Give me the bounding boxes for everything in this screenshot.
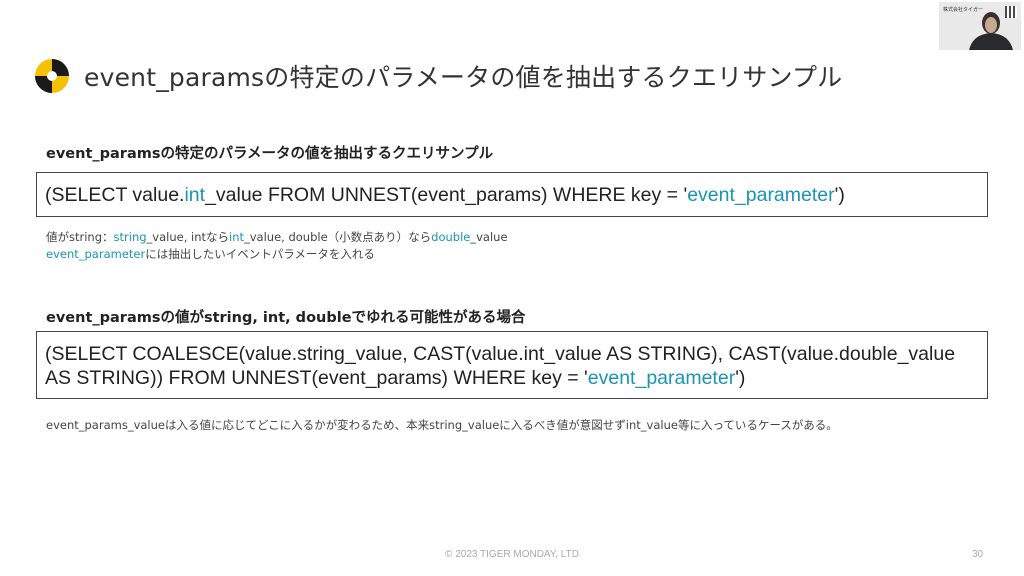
slide-title: event_paramsの特定のパラメータの値を抽出するクエリサンプル xyxy=(84,63,843,92)
note-highlight: string xyxy=(113,230,147,244)
section1-note2: event_parameterには抽出したいイベントパラメータを入れる xyxy=(46,246,375,263)
section1-code-box: (SELECT value.int_value FROM UNNEST(even… xyxy=(36,172,988,217)
page-number: 30 xyxy=(972,549,984,560)
webcam-overlay: 株式会社タイガー xyxy=(939,2,1021,50)
code-highlight: int xyxy=(184,184,206,206)
note-text: には抽出したいイベントパラメータを入れる xyxy=(145,247,375,261)
code-text: _value FROM UNNEST(event_params) WHERE k… xyxy=(205,184,688,206)
code-text: ') xyxy=(834,184,845,206)
presenter-avatar xyxy=(969,12,1013,50)
code-line: AS STRING)) FROM UNNEST(event_params) WH… xyxy=(45,366,979,390)
code-highlight: event_parameter xyxy=(587,367,736,389)
slide-footer: © 2023 TIGER MONDAY, LTD xyxy=(445,549,579,560)
section2-heading: event_paramsの値がstring, int, doubleでゆれる可能… xyxy=(46,310,526,326)
note-highlight: event_parameter xyxy=(46,247,146,261)
slide-title-row: event_paramsの特定のパラメータの値を抽出するクエリサンプル xyxy=(34,56,842,96)
code-highlight: event_parameter xyxy=(687,184,835,206)
section1-heading: event_paramsの特定のパラメータの値を抽出するクエリサンプル xyxy=(46,146,494,162)
section2-code-box: (SELECT COALESCE(value.string_value, CAS… xyxy=(36,331,988,399)
note-text: 値がstring： xyxy=(46,230,114,244)
note-highlight: double xyxy=(431,230,471,244)
note-text: _value, double（小数点あり）なら xyxy=(244,230,432,244)
note-highlight: int xyxy=(229,230,244,244)
note-text: _value xyxy=(470,230,508,244)
section2-note: event_params_valueは入る値に応じてどこに入るかが変わるため、本… xyxy=(46,418,838,432)
note-text: _value, intなら xyxy=(146,230,229,244)
code-text: (SELECT value. xyxy=(45,184,185,206)
company-logo-icon xyxy=(35,59,69,93)
code-text: ') xyxy=(735,367,746,389)
code-line: (SELECT COALESCE(value.string_value, CAS… xyxy=(45,343,956,365)
code-text: AS STRING)) FROM UNNEST(event_params) WH… xyxy=(45,367,588,389)
section1-note1: 値がstring：string_value, intならint_value, d… xyxy=(46,229,508,246)
